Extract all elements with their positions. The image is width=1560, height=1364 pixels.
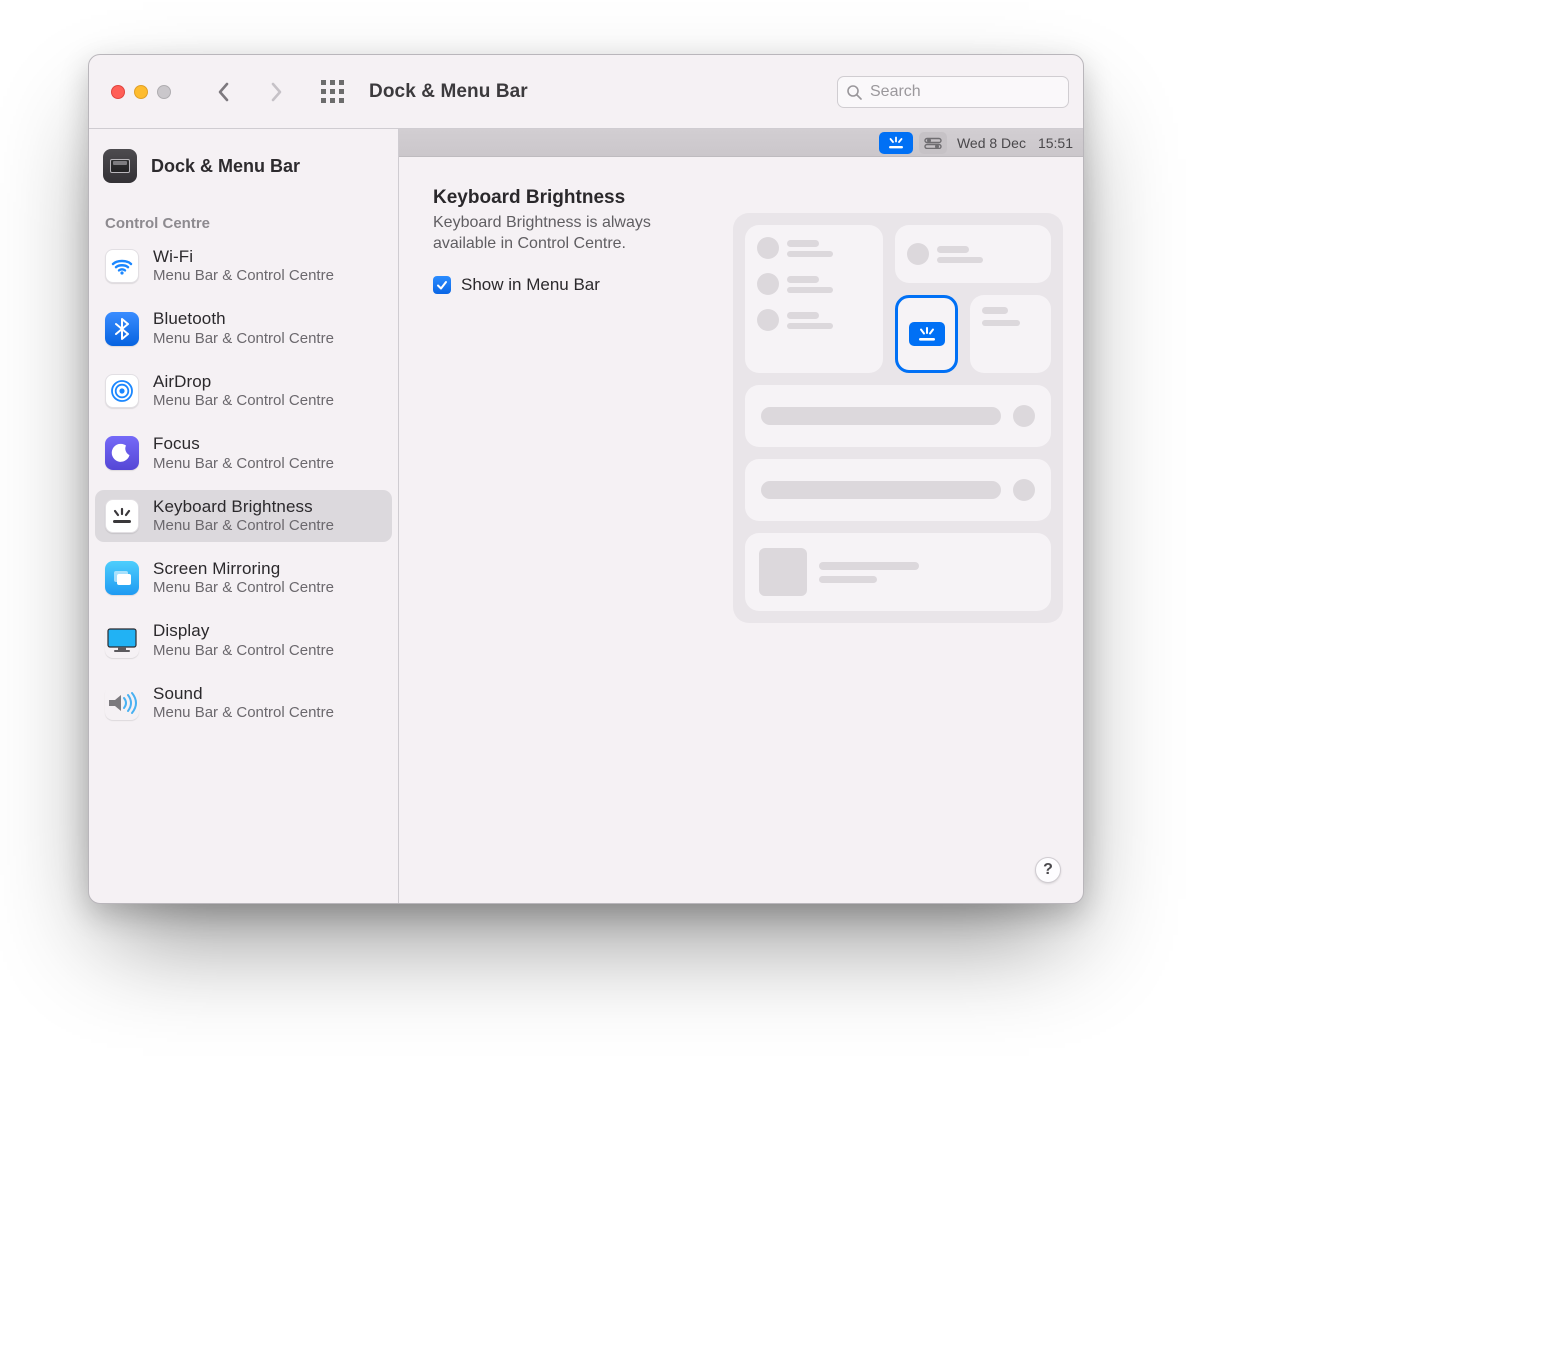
sidebar-item-sub: Menu Bar & Control Centre [153,392,334,410]
bluetooth-icon [105,312,139,346]
keyboard-brightness-icon [105,499,139,533]
preview-tile [745,533,1051,611]
sidebar-item-bluetooth[interactable]: Bluetooth Menu Bar & Control Centre [95,302,392,354]
sidebar-item-label: Wi-Fi [153,247,334,267]
sidebar-header-dock-and-menu-bar[interactable]: Dock & Menu Bar [95,149,392,203]
sidebar-item-label: AirDrop [153,372,334,392]
close-window-button[interactable] [111,85,125,99]
sidebar-item-sub: Menu Bar & Control Centre [153,579,334,597]
control-centre-preview [733,213,1063,623]
forward-button[interactable] [265,81,287,103]
sidebar-item-wifi[interactable]: Wi-Fi Menu Bar & Control Centre [95,240,392,292]
back-button[interactable] [213,81,235,103]
checkbox-label: Show in Menu Bar [461,275,600,295]
keyboard-brightness-icon [915,326,939,342]
sidebar: Dock & Menu Bar Control Centre W [89,129,399,903]
menubar-preview-strip: Wed 8 Dec 15:51 [399,129,1083,157]
traffic-lights [111,85,171,99]
search-input[interactable] [868,82,1060,102]
sidebar-item-sub: Menu Bar & Control Centre [153,330,334,348]
control-centre-icon [924,137,942,149]
sidebar-item-keyboard-brightness[interactable]: Keyboard Brightness Menu Bar & Control C… [95,490,392,542]
search-icon [846,84,862,100]
sidebar-item-sub: Menu Bar & Control Centre [153,267,334,285]
sidebar-item-sub: Menu Bar & Control Centre [153,642,334,660]
sidebar-item-sub: Menu Bar & Control Centre [153,455,334,473]
preview-tile [970,295,1051,373]
sidebar-item-airdrop[interactable]: AirDrop Menu Bar & Control Centre [95,365,392,417]
chevron-right-icon [269,82,283,102]
help-button[interactable]: ? [1035,857,1061,883]
sidebar-item-sub: Menu Bar & Control Centre [153,704,334,722]
content-description: Keyboard Brightness is always available … [433,213,693,255]
airdrop-icon [105,374,139,408]
window-toolbar: Dock & Menu Bar [89,55,1083,129]
display-icon [105,624,139,658]
nav-buttons [213,81,287,103]
menubar-date: Wed 8 Dec [957,135,1026,151]
sidebar-item-screen-mirroring[interactable]: Screen Mirroring Menu Bar & Control Cent… [95,552,392,604]
preview-tile-keyboard-brightness-selected [895,295,958,373]
dock-and-menu-bar-icon [103,149,137,183]
page-title: Dock & Menu Bar [369,81,528,103]
sidebar-header-label: Dock & Menu Bar [151,156,300,177]
search-field[interactable] [837,76,1069,108]
zoom-window-button[interactable] [157,85,171,99]
menubar-time: 15:51 [1038,135,1073,151]
checkbox-checked-icon [433,276,451,294]
help-label: ? [1043,861,1053,879]
sidebar-section-control-centre: Control Centre [95,209,392,240]
preview-tile [745,459,1051,521]
sidebar-item-sub: Menu Bar & Control Centre [153,517,334,535]
sound-icon [105,686,139,720]
sidebar-item-sound[interactable]: Sound Menu Bar & Control Centre [95,677,392,729]
wifi-icon [105,249,139,283]
minimize-window-button[interactable] [134,85,148,99]
sidebar-item-label: Keyboard Brightness [153,497,334,517]
sidebar-item-label: Display [153,621,334,641]
sidebar-item-label: Sound [153,684,334,704]
chevron-left-icon [217,82,231,102]
sidebar-item-label: Screen Mirroring [153,559,334,579]
preview-tile [745,225,883,373]
content-title: Keyboard Brightness [433,187,1049,209]
preferences-window: Dock & Menu Bar Dock & Menu Bar [88,54,1084,904]
menubar-keyboard-brightness-indicator [879,132,913,154]
menubar-control-centre-indicator [919,132,947,154]
sidebar-item-label: Bluetooth [153,309,334,329]
preview-tile [895,225,1051,283]
sidebar-item-label: Focus [153,434,334,454]
sidebar-item-focus[interactable]: Focus Menu Bar & Control Centre [95,427,392,479]
focus-icon [105,436,139,470]
keyboard-brightness-icon [886,136,906,150]
window-body: Dock & Menu Bar Control Centre W [89,129,1083,903]
content-pane: Wed 8 Dec 15:51 Keyboard Brightness Keyb… [399,129,1083,903]
show-all-prefs-button[interactable] [321,80,345,104]
sidebar-item-display[interactable]: Display Menu Bar & Control Centre [95,614,392,666]
preview-tile [745,385,1051,447]
screen-mirroring-icon [105,561,139,595]
